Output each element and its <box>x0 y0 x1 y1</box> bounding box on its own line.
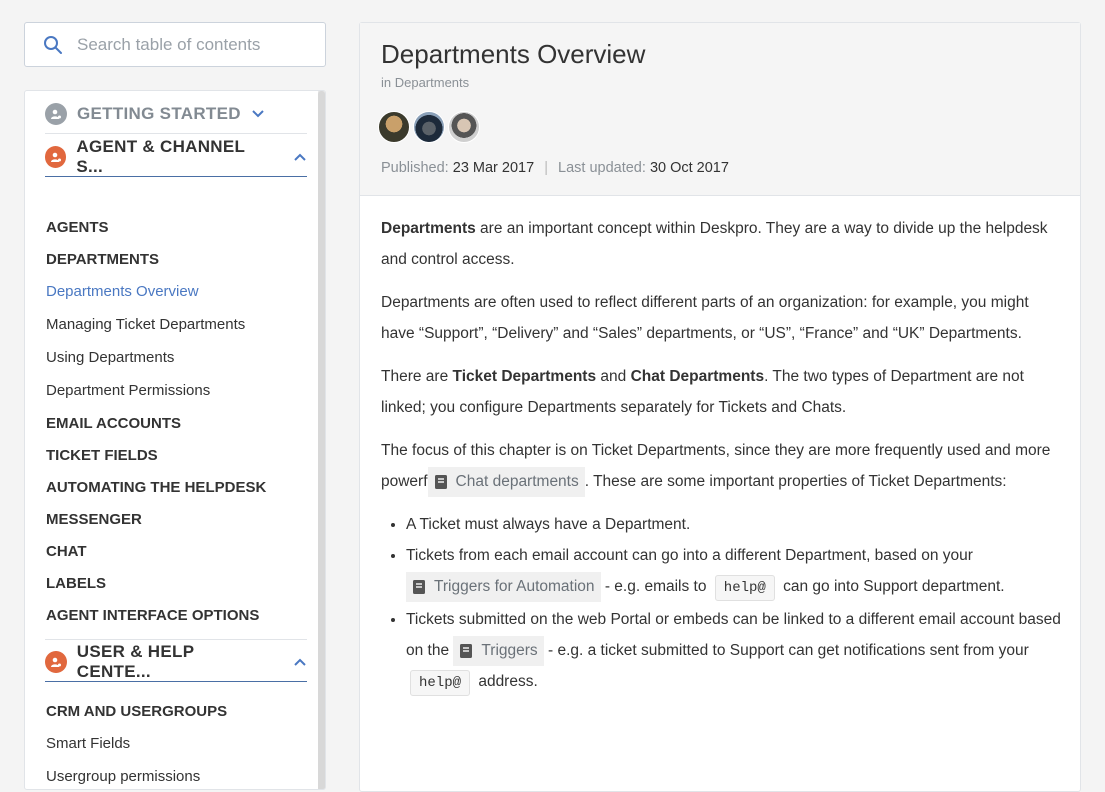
chevron-up-icon[interactable] <box>293 657 307 667</box>
toc-item-email-accounts[interactable]: EMAIL ACCOUNTS <box>46 415 181 433</box>
paragraph: Departments are an important concept wit… <box>381 213 1061 275</box>
published-label: Published: <box>381 160 449 176</box>
search-input[interactable] <box>75 33 309 56</box>
toc-item-labels[interactable]: LABELS <box>46 575 106 593</box>
scrollbar-thumb[interactable] <box>318 91 325 789</box>
property-list: A Ticket must always have a Department. … <box>381 509 1061 699</box>
inline-code: help@ <box>714 575 775 601</box>
book-icon <box>413 579 425 594</box>
section-agent-channel[interactable]: AGENT & CHANNEL S... <box>45 137 307 177</box>
avatar[interactable] <box>378 111 410 143</box>
paragraph-text: and <box>596 368 631 385</box>
article-link-triggers-for-automation[interactable]: Triggers for Automation <box>406 571 601 602</box>
user-badge-icon <box>45 145 67 168</box>
toc-item-ticket-fields[interactable]: TICKET FIELDS <box>46 447 158 465</box>
toc-item-automating-the-helpdesk[interactable]: AUTOMATING THE HELPDESK <box>46 479 266 497</box>
user-badge-icon <box>45 650 67 673</box>
sidebar: GETTING STARTED AGENT & CHANNEL S... AGE… <box>24 22 328 790</box>
link-label: Triggers for Automation <box>434 577 595 595</box>
meta-separator: | <box>544 160 548 176</box>
paragraph-text: address. <box>474 673 538 690</box>
toc-item-department-permissions[interactable]: Department Permissions <box>46 382 210 400</box>
toc-item-using-departments[interactable]: Using Departments <box>46 349 174 367</box>
paragraph-text: can go into Support department. <box>778 578 1005 595</box>
toc-item-departments[interactable]: DEPARTMENTS <box>46 251 159 269</box>
avatar[interactable] <box>413 111 445 143</box>
inline-code: help@ <box>410 670 471 696</box>
link-label: Chat departments <box>455 472 579 490</box>
article-meta: Published: 23 Mar 2017 | Last updated: 3… <box>381 160 729 176</box>
paragraph: There are Ticket Departments and Chat De… <box>381 361 1061 423</box>
book-icon <box>460 643 473 658</box>
paragraph-text: - e.g. a ticket submitted to Support can… <box>543 642 1029 659</box>
table-of-contents: GETTING STARTED AGENT & CHANNEL S... AGE… <box>24 90 326 790</box>
bold-term: Chat Departments <box>630 368 765 385</box>
author-avatars <box>378 111 483 143</box>
toc-scrollbar[interactable] <box>318 91 325 789</box>
section-label: GETTING STARTED <box>77 103 241 123</box>
paragraph-text: . These are some important properties of… <box>584 473 1007 490</box>
updated-label: Last updated: <box>558 160 646 176</box>
user-badge-icon <box>45 102 67 125</box>
section-getting-started[interactable]: GETTING STARTED <box>45 94 307 134</box>
toc-item-smart-fields[interactable]: Smart Fields <box>46 735 130 753</box>
toc-item-usergroup-permissions[interactable]: Usergroup permissions <box>46 768 200 786</box>
section-label: USER & HELP CENTE... <box>76 641 195 681</box>
article-header: Departments Overview in Departments Publ… <box>360 23 1080 196</box>
list-item: Tickets from each email account can go i… <box>406 540 1061 604</box>
article-title: Departments Overview <box>381 39 646 69</box>
paragraph-text: are an important concept within Deskpro.… <box>381 220 1048 268</box>
toc-item-departments-overview[interactable]: Departments Overview <box>46 283 199 301</box>
toc-item-crm-and-usergroups[interactable]: CRM AND USERGROUPS <box>46 703 227 721</box>
article: Departments Overview in Departments Publ… <box>359 22 1081 792</box>
paragraph-text: - e.g. emails to <box>600 578 711 595</box>
list-item: Tickets submitted on the web Portal or e… <box>406 604 1061 699</box>
article-link-triggers[interactable]: Triggers <box>453 635 544 666</box>
section-user-help-center[interactable]: USER & HELP CENTE... <box>45 642 307 682</box>
toc-item-agent-interface-options[interactable]: AGENT INTERFACE OPTIONS <box>46 607 259 625</box>
divider <box>45 639 307 640</box>
published-date: 23 Mar 2017 <box>452 160 535 176</box>
bold-term: Ticket Departments <box>452 368 597 385</box>
updated-date: 30 Oct 2017 <box>649 160 729 176</box>
toc-item-agents[interactable]: AGENTS <box>46 219 109 237</box>
bold-term: Departments <box>381 220 476 237</box>
paragraph: The focus of this chapter is on Ticket D… <box>381 435 1061 497</box>
toc-item-managing-ticket-departments[interactable]: Managing Ticket Departments <box>46 316 245 334</box>
toc-item-messenger[interactable]: MESSENGER <box>46 511 142 529</box>
breadcrumb[interactable]: in Departments <box>381 75 469 90</box>
link-label: Triggers <box>481 641 538 659</box>
toc-item-chat[interactable]: CHAT <box>46 543 87 561</box>
chevron-down-icon[interactable] <box>251 109 265 119</box>
search-box[interactable] <box>24 22 326 67</box>
paragraph: Departments are often used to reflect di… <box>381 294 1029 342</box>
book-icon <box>434 474 447 489</box>
list-item: A Ticket must always have a Department. <box>406 509 1061 540</box>
search-icon <box>44 35 62 54</box>
paragraph-text: Tickets from each email account can go i… <box>406 547 973 564</box>
paragraph-text: There are <box>381 368 453 385</box>
avatar[interactable] <box>448 111 480 143</box>
chevron-up-icon[interactable] <box>293 152 307 162</box>
article-link-chat-departments[interactable]: Chat departments <box>427 466 585 497</box>
article-body: Departments are an important concept wit… <box>381 213 1061 699</box>
section-label: AGENT & CHANNEL S... <box>76 136 245 176</box>
